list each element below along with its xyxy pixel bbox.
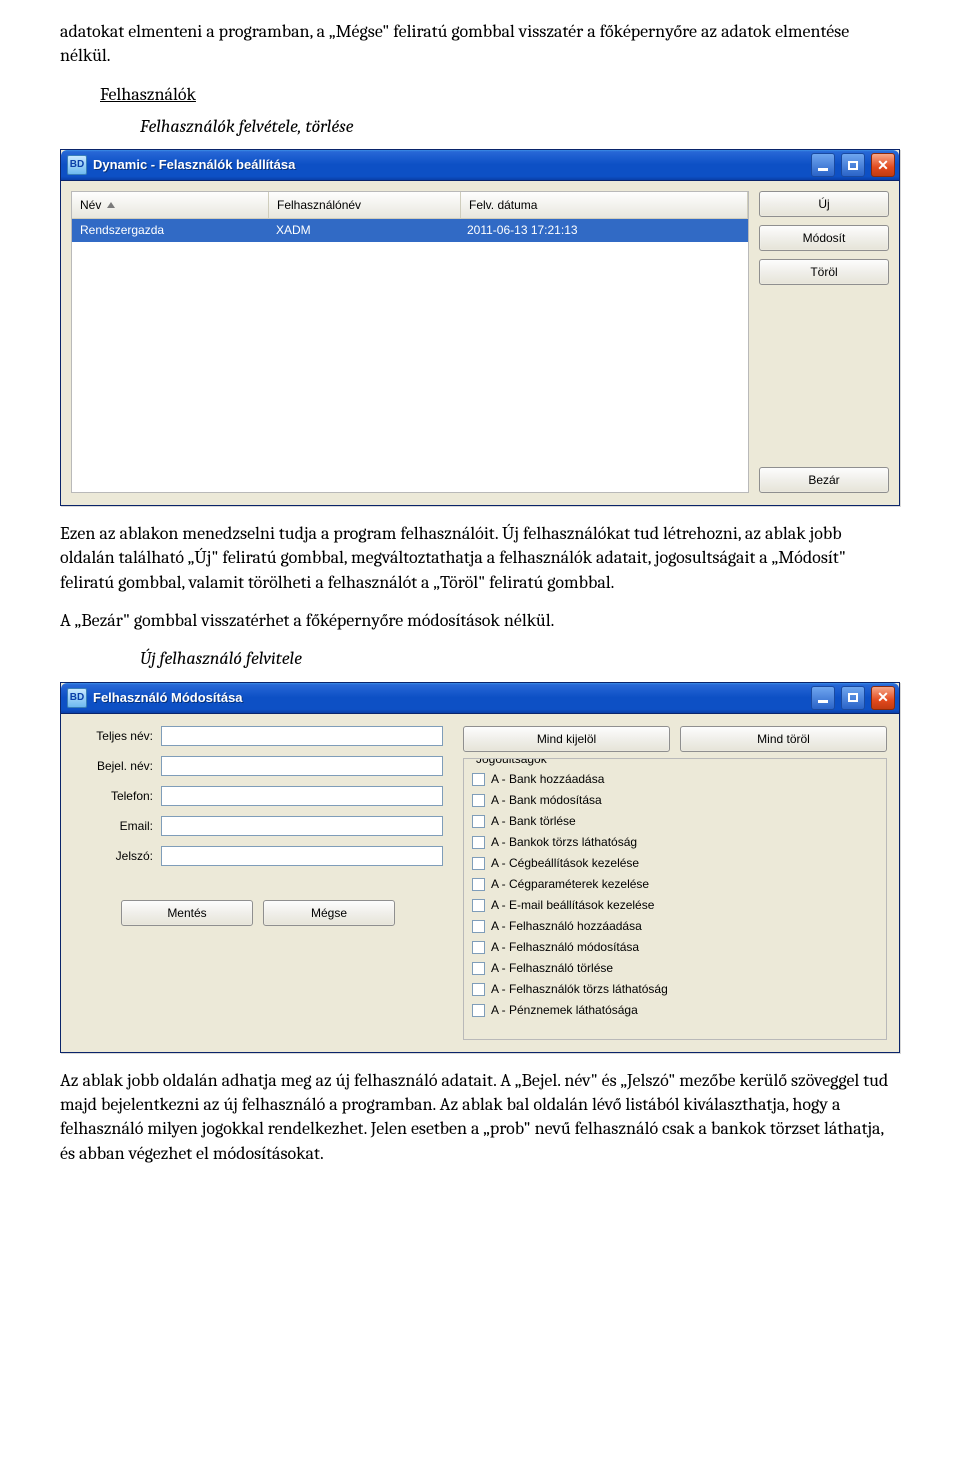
column-name-label: Név	[80, 197, 101, 213]
checkbox-icon[interactable]	[472, 857, 485, 870]
spacer	[759, 293, 889, 459]
table-row[interactable]: Rendszergazda XADM 2011-06-13 17:21:13	[72, 219, 748, 241]
permission-label: A - E-mail beállítások kezelése	[491, 897, 654, 913]
checkbox-icon[interactable]	[472, 815, 485, 828]
permission-item[interactable]: A - Cégparaméterek kezelése	[472, 874, 878, 895]
loginname-field[interactable]	[161, 756, 443, 776]
label-loginname: Bejel. név:	[73, 758, 153, 774]
permission-label: A - Felhasználó módosítása	[491, 939, 639, 955]
permission-label: A - Bank módosítása	[491, 792, 602, 808]
checkbox-icon[interactable]	[472, 794, 485, 807]
save-button[interactable]: Mentés	[121, 900, 253, 926]
email-field[interactable]	[161, 816, 443, 836]
titlebar[interactable]: BD Dynamic - Felasználók beállítása	[61, 150, 899, 181]
permission-item[interactable]: A - Bank törlése	[472, 811, 878, 832]
close-button[interactable]: Bezár	[759, 467, 889, 493]
permission-label: A - Felhasználó hozzáadása	[491, 918, 642, 934]
paragraph-rights: Az ablak jobb oldalán adhatja meg az új …	[60, 1069, 900, 1166]
section-title-users: Felhasználók	[100, 83, 900, 107]
label-phone: Telefon:	[73, 788, 153, 804]
permission-label: A - Felhasználók törzs láthatóság	[491, 981, 668, 997]
paragraph-close: A „Bezár" gombbal visszatérhet a főképer…	[60, 609, 900, 633]
app-logo-icon: BD	[67, 688, 87, 708]
permission-label: A - Cégbeállítások kezelése	[491, 855, 639, 871]
window-title: Dynamic - Felasználók beállítása	[93, 156, 805, 174]
sort-asc-icon	[107, 202, 115, 208]
user-list-window: BD Dynamic - Felasználók beállítása Név …	[60, 149, 900, 506]
permission-item[interactable]: A - Bank hozzáadása	[472, 769, 878, 790]
password-field[interactable]	[161, 846, 443, 866]
permission-item[interactable]: A - Bank módosítása	[472, 790, 878, 811]
permission-item[interactable]: A - Felhasználók törzs láthatóság	[472, 979, 878, 1000]
checkbox-icon[interactable]	[472, 836, 485, 849]
minimize-icon[interactable]	[811, 686, 835, 710]
user-edit-window: BD Felhasználó Módosítása Teljes név: Be…	[60, 682, 900, 1053]
new-button[interactable]: Új	[759, 191, 889, 217]
clear-all-button[interactable]: Mind töröl	[680, 726, 887, 752]
close-icon[interactable]	[871, 153, 895, 177]
delete-button[interactable]: Töröl	[759, 259, 889, 285]
permissions-list: A - Bank hozzáadása A - Bank módosítása A …	[472, 769, 878, 1027]
maximize-icon[interactable]	[841, 686, 865, 710]
list-header: Név Felhasználónév Felv. dátuma	[72, 192, 748, 219]
column-date[interactable]: Felv. dátuma	[461, 192, 748, 218]
permission-item[interactable]: A - Cégbeállítások kezelése	[472, 853, 878, 874]
paragraph-manage: Ezen az ablakon menedzselni tudja a prog…	[60, 522, 900, 595]
cell-name: Rendszergazda	[72, 219, 268, 241]
fullname-field[interactable]	[161, 726, 443, 746]
permission-label: A - Bank törlése	[491, 813, 576, 829]
column-username[interactable]: Felhasználónév	[269, 192, 461, 218]
app-logo-icon: BD	[67, 155, 87, 175]
maximize-icon[interactable]	[841, 153, 865, 177]
permissions-group-label: Jogoultságok	[472, 758, 551, 767]
label-email: Email:	[73, 818, 153, 834]
column-name[interactable]: Név	[72, 192, 269, 218]
checkbox-icon[interactable]	[472, 920, 485, 933]
permission-item[interactable]: A - E-mail beállítások kezelése	[472, 895, 878, 916]
modify-button[interactable]: Módosít	[759, 225, 889, 251]
permission-label: A - Bank hozzáadása	[491, 771, 604, 787]
minimize-icon[interactable]	[811, 153, 835, 177]
list-body: Rendszergazda XADM 2011-06-13 17:21:13	[72, 219, 748, 492]
user-list-panel: Név Felhasználónév Felv. dátuma Rendszer…	[71, 191, 749, 493]
window-title: Felhasználó Módosítása	[93, 689, 805, 707]
cell-username: XADM	[268, 219, 459, 241]
permissions-group: Jogoultságok A - Bank hozzáadásaA - Bank…	[463, 758, 887, 1040]
column-date-label: Felv. dátuma	[469, 197, 537, 213]
permissions-panel: Mind kijelöl Mind töröl Jogoultságok A -…	[463, 726, 887, 1040]
checkbox-icon[interactable]	[472, 878, 485, 891]
checkbox-icon[interactable]	[472, 941, 485, 954]
titlebar[interactable]: BD Felhasználó Módosítása	[61, 683, 899, 714]
select-all-button[interactable]: Mind kijelöl	[463, 726, 670, 752]
label-fullname: Teljes név:	[73, 728, 153, 744]
checkbox-icon[interactable]	[472, 983, 485, 996]
permission-item[interactable]: A - Felhasználó törlése	[472, 958, 878, 979]
permission-item[interactable]: A - Pénznemek láthatósága	[472, 1000, 878, 1021]
form-panel: Teljes név: Bejel. név: Telefon: Email: …	[73, 726, 443, 1040]
intro-paragraph: adatokat elmenteni a programban, a „Mégs…	[60, 20, 900, 69]
checkbox-icon[interactable]	[472, 1004, 485, 1017]
side-button-column: Új Módosít Töröl Bezár	[759, 191, 889, 493]
permission-item[interactable]: A - Felhasználó hozzáadása	[472, 916, 878, 937]
checkbox-icon[interactable]	[472, 899, 485, 912]
permission-item[interactable]: A - Bankok törzs láthatóság	[472, 832, 878, 853]
checkbox-icon[interactable]	[472, 962, 485, 975]
permission-item[interactable]: A - Felhasználó módosítása	[472, 937, 878, 958]
subtitle-new-user: Új felhasználó felvitele	[140, 647, 900, 671]
column-username-label: Felhasználónév	[277, 197, 361, 213]
cancel-button[interactable]: Mégse	[263, 900, 395, 926]
permission-label: A - Felhasználó törlése	[491, 960, 613, 976]
phone-field[interactable]	[161, 786, 443, 806]
label-password: Jelszó:	[73, 848, 153, 864]
checkbox-icon[interactable]	[472, 773, 485, 786]
close-icon[interactable]	[871, 686, 895, 710]
permission-label: A - Pénznemek láthatósága	[491, 1002, 638, 1018]
subtitle-add-remove: Felhasználók felvétele, törlése	[140, 115, 900, 139]
cell-date: 2011-06-13 17:21:13	[459, 219, 748, 241]
permission-label: A - Cégparaméterek kezelése	[491, 876, 649, 892]
permission-label: A - Bankok törzs láthatóság	[491, 834, 637, 850]
